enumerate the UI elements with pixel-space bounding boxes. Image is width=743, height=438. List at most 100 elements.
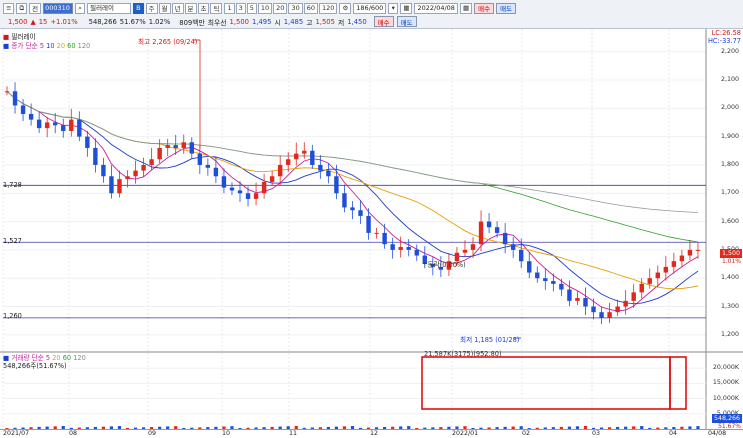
ma-line-10 [6,90,699,305]
period-week[interactable]: 주 [145,2,158,14]
candle-body [205,164,211,168]
candle-body [599,312,604,318]
horizontal-lines [3,184,706,319]
candle-body [382,232,387,245]
candle-body [77,119,82,137]
price-chart[interactable] [0,29,743,438]
current-change-tag: 1.01% [721,258,741,265]
current-price: 1,500 [8,17,28,26]
candle-body [639,283,644,293]
interval-5[interactable]: 5 [246,2,257,14]
interval-1[interactable]: 1 [224,2,235,14]
best-bid: 1,495 [252,17,272,26]
candle-body [502,232,508,245]
candle-body [631,292,636,301]
candle-body [567,289,572,301]
candle-body [141,164,146,171]
candle-body [470,244,476,250]
low-label: 저 [337,18,345,27]
toolbar: ≡ ⧉ 전 000310 ⌕ 필러레이 B 주 월 년 분 초 틱 1 3 5 … [0,0,743,29]
candle-body [302,150,307,154]
volume-ratio: 51.67% [119,17,146,26]
interval-30[interactable]: 30 [288,2,303,14]
candle-body [286,159,291,165]
interval-3[interactable]: 3 [235,2,246,14]
sell-button-2[interactable]: 매도 [396,16,417,27]
candle-body [53,122,58,126]
candle-body [44,122,50,129]
ma-legend: ■ 종가 단순 5 10 20 60 120 [3,40,90,50]
period-month[interactable]: 월 [158,2,171,14]
calendar-picker-icon[interactable]: ▦ [459,2,473,14]
candle-body [398,247,403,250]
date-axis: 2021/07 08 09 10 11 12 2022/01 02 03 04 04/08 [0,429,743,438]
tag-b-button[interactable]: B [133,2,144,14]
change-rate: +1.01% [50,17,78,26]
buy-button[interactable]: 매수 [474,2,495,14]
trade-amount: 809백만 [179,18,205,27]
candle-body [607,312,612,318]
chart-window: ≡ ⧉ 전 000310 ⌕ 필러레이 B 주 월 년 분 초 틱 1 3 5 … [0,0,743,438]
high-annotation: 최고 2,265 (09/24) [138,38,198,46]
period-second[interactable]: 초 [197,2,210,14]
candle-body [575,298,580,301]
candle-body [527,261,532,273]
period-group: 주 월 년 분 초 틱 [145,2,223,14]
candle-body [157,147,162,160]
change-arrow-icon: ▲ [30,17,36,26]
price-tick: 2,100 [720,75,739,83]
interval-120[interactable]: 120 [319,2,338,14]
chevron-down-icon[interactable]: ▾ [388,2,399,14]
candle-body [342,193,347,208]
candle-body [374,232,379,234]
period-year[interactable]: 년 [171,2,184,14]
ma-60: 60 [67,42,76,50]
candle-body [117,179,122,194]
candle-body [583,298,588,307]
candlesticks [4,40,701,325]
candle-body [221,176,227,188]
ma-legend-icon: ■ [3,42,10,50]
candle-body [294,153,299,160]
date-tick: 08 [69,430,78,437]
candle-body [253,193,259,199]
low-annotation: 최저 1,185 (01/28) [460,336,520,344]
sell-button[interactable]: 매도 [496,2,517,14]
interval-60[interactable]: 60 [303,2,319,14]
candle-body [237,190,243,194]
ma-120: 120 [77,42,91,50]
settings-icon[interactable]: ⚙ [339,2,352,14]
hline-label-1728: 1,728 [3,181,22,189]
price-change: 15 [38,17,48,26]
open-label: 시 [274,18,281,27]
stock-code-input[interactable]: 000310 [43,2,74,14]
price-tick: 2,200 [720,47,739,55]
volume-tick: 15,000K [712,379,739,387]
candle-body [229,187,235,191]
date-input[interactable]: 2022/04/08 [414,2,458,14]
candle-body [615,306,620,313]
interval-10[interactable]: 10 [257,2,273,14]
candle-body [69,119,74,131]
interval-20[interactable]: 20 [273,2,288,14]
calendar-icon[interactable]: ▦ [400,2,413,14]
period-minute[interactable]: 분 [184,2,197,14]
menu-icon[interactable]: ≡ [3,2,15,14]
candle-body [390,244,395,250]
lc-value: LC:26.58 [711,29,741,37]
search-icon[interactable]: ⌕ [75,2,86,14]
candle-body [269,176,275,182]
candle-body [663,266,669,273]
candle-body [245,193,251,199]
volume-value: 548,266 [88,17,117,26]
period-select[interactable]: 전 [29,2,42,14]
buy-button-2[interactable]: 매수 [373,16,394,27]
candle-body [687,249,693,256]
period-tick[interactable]: 틱 [210,2,223,14]
candle-body [261,181,267,194]
ma-line-120 [6,91,699,213]
candle-body [93,147,98,165]
date-tick: 2022/01 [452,430,479,437]
count-input[interactable]: 186/600 [353,2,387,14]
copy-icon[interactable]: ⧉ [16,2,28,14]
